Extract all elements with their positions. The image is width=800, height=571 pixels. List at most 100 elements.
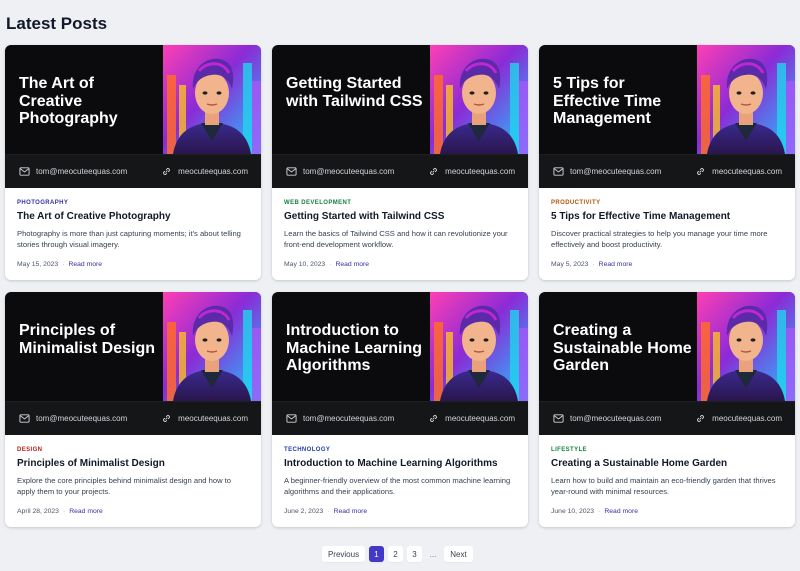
posts-grid: The Art of Creative Photography tom@meoc… (5, 45, 795, 527)
post-title[interactable]: Introduction to Machine Learning Algorit… (284, 458, 516, 469)
post-body: DESIGN Principles of Minimalist Design E… (5, 435, 261, 515)
avatar-illustration (163, 45, 261, 154)
avatar-illustration (697, 45, 795, 154)
post-banner: Creating a Sustainable Home Garden tom@m… (539, 292, 795, 435)
post-body: TECHNOLOGY Introduction to Machine Learn… (272, 435, 528, 515)
read-more-link[interactable]: Read more (604, 508, 638, 515)
banner-title: Introduction to Machine Learning Algorit… (286, 322, 423, 375)
banner-title: Creating a Sustainable Home Garden (553, 322, 692, 375)
post-date: May 15, 2023 (17, 261, 59, 268)
post-category: TECHNOLOGY (284, 447, 331, 453)
banner-footer: tom@meocuteequas.com meocuteequas.com (5, 154, 261, 188)
next-page-button[interactable]: Next (444, 546, 473, 562)
post-excerpt: Explore the core principles behind minim… (17, 476, 232, 497)
post-excerpt: Learn the basics of Tailwind CSS and how… (284, 229, 508, 250)
post-date: May 5, 2023 (551, 261, 589, 268)
post-card[interactable]: The Art of Creative Photography tom@meoc… (5, 45, 261, 280)
post-banner: Principles of Minimalist Design tom@meoc… (5, 292, 261, 435)
post-category: PRODUCTIVITY (551, 200, 601, 206)
meta-separator: · (327, 508, 330, 515)
banner-title: Principles of Minimalist Design (19, 322, 156, 357)
read-more-link[interactable]: Read more (334, 508, 368, 515)
post-date: May 10, 2023 (284, 261, 326, 268)
post-meta: June 10, 2023 · Read more (551, 508, 783, 515)
post-category: LIFESTYLE (551, 447, 587, 453)
meta-separator: · (62, 261, 65, 268)
meta-separator: · (329, 261, 332, 268)
mail-icon (553, 167, 564, 176)
banner-email: tom@meocuteequas.com (553, 413, 661, 424)
link-icon (430, 415, 438, 422)
banner-email-text: tom@meocuteequas.com (36, 414, 128, 423)
post-card[interactable]: 5 Tips for Effective Time Management tom… (539, 45, 795, 280)
mail-icon (553, 414, 564, 423)
mail-icon (286, 414, 297, 423)
post-banner: Introduction to Machine Learning Algorit… (272, 292, 528, 435)
page-2-button[interactable]: 2 (388, 546, 403, 562)
avatar-illustration (430, 292, 528, 401)
post-card[interactable]: Introduction to Machine Learning Algorit… (272, 292, 528, 527)
banner-email: tom@meocuteequas.com (19, 166, 127, 177)
banner-footer: tom@meocuteequas.com meocuteequas.com (539, 154, 795, 188)
banner-site: meocuteequas.com (428, 413, 515, 424)
page-1-button[interactable]: 1 (369, 546, 384, 562)
post-title[interactable]: Principles of Minimalist Design (17, 458, 249, 469)
banner-title: 5 Tips for Effective Time Management (553, 75, 662, 128)
read-more-link[interactable]: Read more (68, 261, 102, 268)
post-title[interactable]: Creating a Sustainable Home Garden (551, 458, 783, 469)
post-banner: 5 Tips for Effective Time Management tom… (539, 45, 795, 188)
banner-site-text: meocuteequas.com (445, 414, 515, 423)
post-meta: June 2, 2023 · Read more (284, 508, 516, 515)
page-3-button[interactable]: 3 (407, 546, 422, 562)
banner-footer: tom@meocuteequas.com meocuteequas.com (539, 401, 795, 435)
link-icon (697, 415, 705, 422)
post-date: June 2, 2023 (284, 508, 324, 515)
post-card[interactable]: Principles of Minimalist Design tom@meoc… (5, 292, 261, 527)
post-card[interactable]: Getting Started with Tailwind CSS tom@me… (272, 45, 528, 280)
page-title: Latest Posts (6, 14, 108, 33)
avatar-illustration (163, 292, 261, 401)
mail-icon (286, 167, 297, 176)
post-banner: The Art of Creative Photography tom@meoc… (5, 45, 261, 188)
banner-footer: tom@meocuteequas.com meocuteequas.com (272, 401, 528, 435)
post-excerpt: Photography is more than just capturing … (17, 229, 241, 250)
read-more-link[interactable]: Read more (335, 261, 369, 268)
post-card[interactable]: Creating a Sustainable Home Garden tom@m… (539, 292, 795, 527)
banner-email: tom@meocuteequas.com (553, 166, 661, 177)
previous-page-button[interactable]: Previous (322, 546, 365, 562)
post-title[interactable]: Getting Started with Tailwind CSS (284, 211, 516, 222)
pagination-ellipsis: ... (429, 549, 437, 559)
link-icon (163, 415, 171, 422)
banner-email: tom@meocuteequas.com (19, 413, 127, 424)
read-more-link[interactable]: Read more (599, 261, 633, 268)
post-body: PHOTOGRAPHY The Art of Creative Photogra… (5, 188, 261, 268)
banner-site-text: meocuteequas.com (178, 414, 248, 423)
banner-site-text: meocuteequas.com (712, 167, 782, 176)
read-more-link[interactable]: Read more (69, 508, 103, 515)
meta-separator: · (598, 508, 601, 515)
post-excerpt: A beginner-friendly overview of the most… (284, 476, 511, 497)
post-body: LIFESTYLE Creating a Sustainable Home Ga… (539, 435, 795, 515)
banner-site: meocuteequas.com (161, 413, 248, 424)
banner-site-text: meocuteequas.com (445, 167, 515, 176)
banner-site-text: meocuteequas.com (712, 414, 782, 423)
banner-site: meocuteequas.com (695, 166, 782, 177)
banner-site: meocuteequas.com (695, 413, 782, 424)
banner-site-text: meocuteequas.com (178, 167, 248, 176)
post-body: PRODUCTIVITY 5 Tips for Effective Time M… (539, 188, 795, 268)
post-banner: Getting Started with Tailwind CSS tom@me… (272, 45, 528, 188)
post-category: WEB DEVELOPMENT (284, 200, 352, 206)
banner-footer: tom@meocuteequas.com meocuteequas.com (272, 154, 528, 188)
post-title[interactable]: The Art of Creative Photography (17, 211, 249, 222)
post-meta: May 5, 2023 · Read more (551, 261, 783, 268)
post-meta: April 28, 2023 · Read more (17, 508, 249, 515)
meta-separator: · (592, 261, 595, 268)
post-category: PHOTOGRAPHY (17, 200, 69, 206)
link-icon (163, 168, 171, 175)
banner-email: tom@meocuteequas.com (286, 166, 394, 177)
link-icon (697, 168, 705, 175)
post-meta: May 10, 2023 · Read more (284, 261, 516, 268)
post-excerpt: Discover practical strategies to help yo… (551, 229, 768, 250)
post-title[interactable]: 5 Tips for Effective Time Management (551, 211, 783, 222)
meta-separator: · (62, 508, 66, 515)
